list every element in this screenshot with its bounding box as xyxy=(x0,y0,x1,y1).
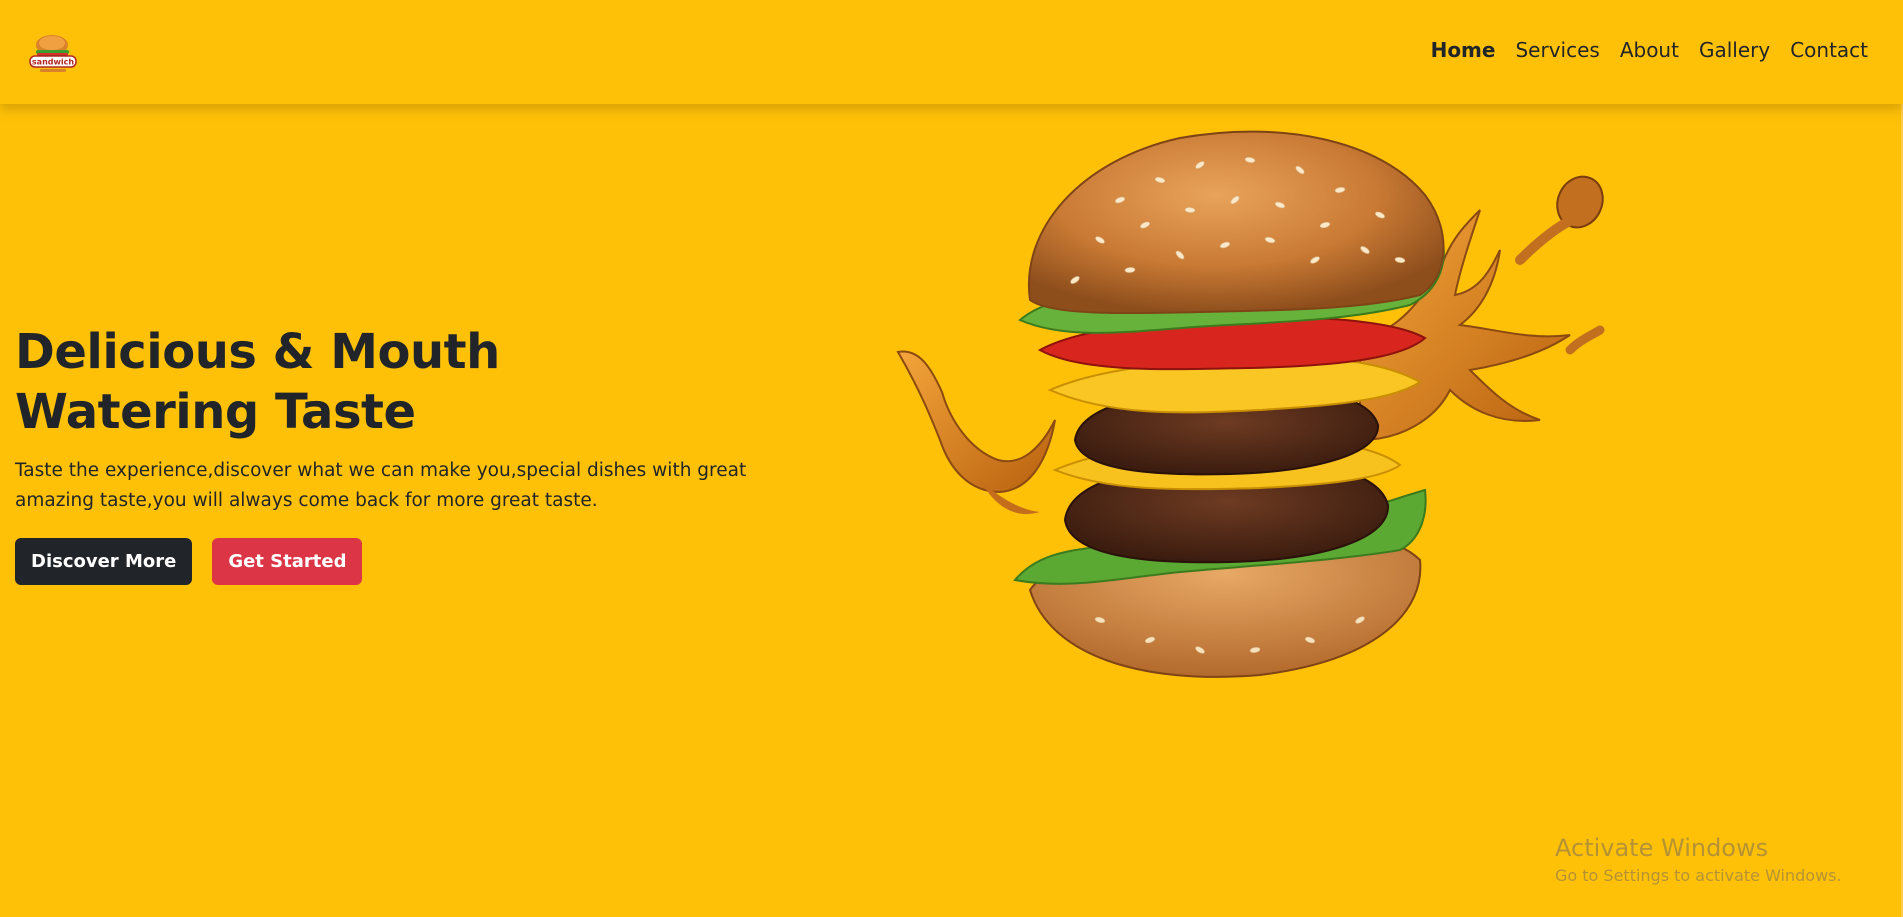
main-nav: Home Services About Gallery Contact xyxy=(1421,38,1878,62)
page: sandwich Home Services About Gallery Con… xyxy=(0,0,1903,917)
watermark-title: Activate Windows xyxy=(1555,834,1769,862)
hero-title: Delicious & Mouth Watering Taste xyxy=(15,322,515,442)
burger-image xyxy=(880,120,1640,690)
nav-link-gallery[interactable]: Gallery xyxy=(1689,38,1780,62)
logo-text: sandwich xyxy=(32,58,74,67)
nav-link-home[interactable]: Home xyxy=(1421,38,1506,62)
hero-title-line1: Delicious & Mouth xyxy=(15,324,500,380)
get-started-button[interactable]: Get Started xyxy=(212,538,363,585)
nav-link-contact[interactable]: Contact xyxy=(1780,38,1878,62)
navbar: sandwich Home Services About Gallery Con… xyxy=(0,0,1903,104)
sandwich-logo-icon[interactable]: sandwich xyxy=(28,32,78,74)
hero-description: Taste the experience,discover what we ca… xyxy=(15,460,747,511)
hero-buttons: Discover More Get Started xyxy=(15,538,785,585)
windows-activation-watermark: Activate Windows Go to Settings to activ… xyxy=(1555,833,1842,887)
nav-link-about[interactable]: About xyxy=(1610,38,1689,62)
nav-link-services[interactable]: Services xyxy=(1505,38,1609,62)
hero-title-line2: Watering Taste xyxy=(15,384,416,440)
hero-section: Delicious & Mouth Watering Taste Taste t… xyxy=(15,322,785,585)
watermark-subtitle: Go to Settings to activate Windows. xyxy=(1555,866,1842,885)
discover-more-button[interactable]: Discover More xyxy=(15,538,193,585)
